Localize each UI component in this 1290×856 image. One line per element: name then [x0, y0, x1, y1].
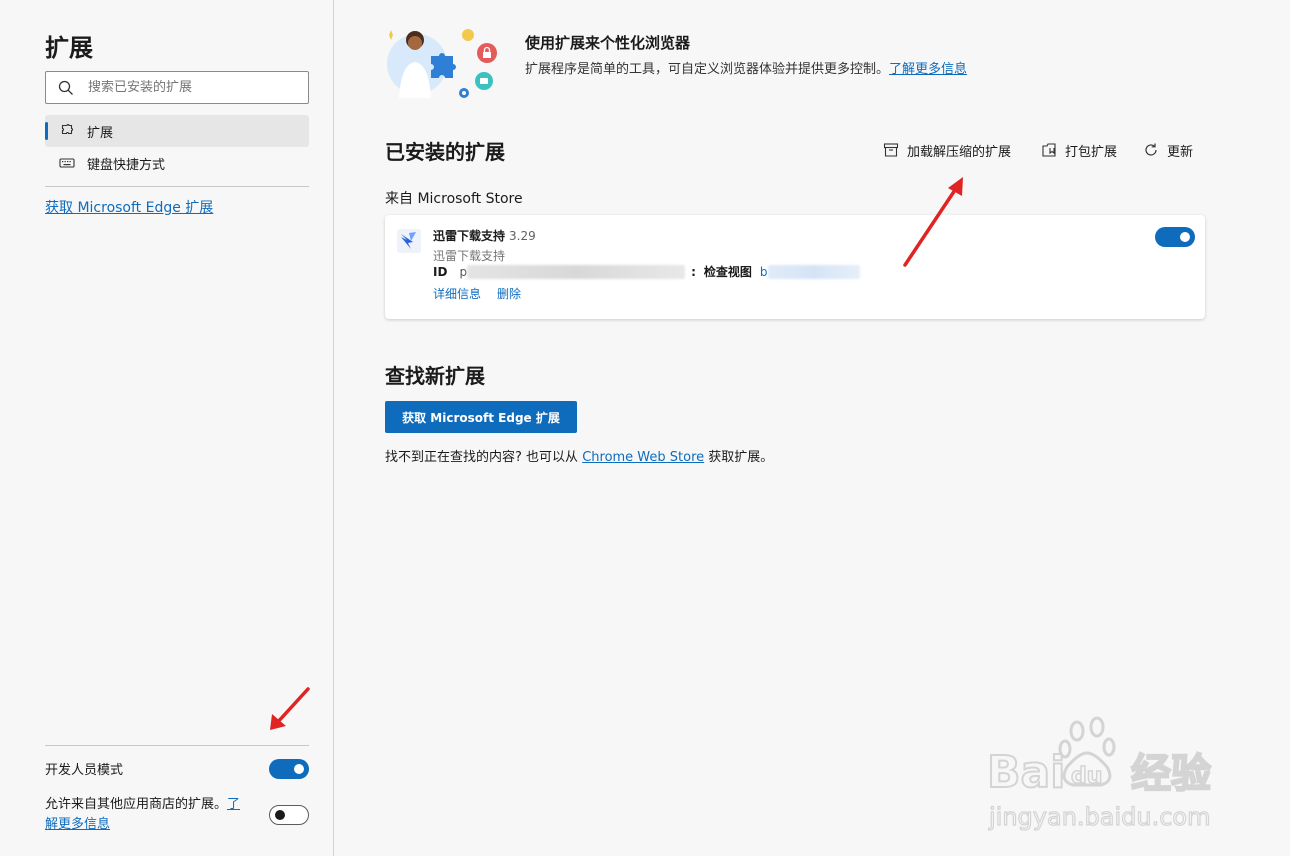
pack-icon — [1042, 143, 1056, 157]
other-stores-label: 允许来自其他应用商店的扩展。 — [45, 797, 228, 812]
chrome-note-prefix: 找不到正在查找的内容? 也可以从 — [385, 450, 579, 465]
pack-extension-button[interactable]: 打包扩展 — [1041, 140, 1117, 160]
other-stores-learn-more-link-cont[interactable]: 解更多信息 — [45, 817, 110, 832]
watermark-brand-du: du — [1071, 764, 1102, 789]
xunlei-icon — [397, 229, 421, 253]
annotation-arrow — [270, 687, 310, 730]
extension-id-row: ID p : 检查视图 b — [433, 263, 860, 280]
box-icon — [883, 143, 899, 157]
update-button[interactable]: 更新 — [1143, 140, 1193, 160]
watermark-brand-cn: 经验 — [1131, 751, 1211, 797]
hero-illustration — [387, 29, 497, 98]
extension-actions: 详细信息 删除 — [433, 285, 521, 302]
chrome-store-note: 找不到正在查找的内容? 也可以从 Chrome Web Store 获取扩展。 — [385, 446, 773, 465]
watermark-url: jingyan.baidu.com — [988, 803, 1210, 831]
sidebar-item-extensions[interactable]: 扩展 — [45, 115, 309, 147]
dev-mode-toggle[interactable] — [269, 759, 309, 779]
hero-title: 使用扩展来个性化浏览器 — [525, 34, 691, 52]
search-input[interactable] — [88, 80, 288, 95]
details-link[interactable]: 详细信息 — [433, 285, 481, 302]
extension-id-value: p — [459, 264, 468, 279]
other-stores-row: 允许来自其他应用商店的扩展。了解更多信息 — [45, 795, 260, 835]
inspect-views-label: 检查视图 — [703, 265, 752, 279]
extension-name: 迅雷下载支持 3.29 — [433, 227, 536, 244]
extension-id-label: ID — [433, 264, 448, 279]
redacted-id — [467, 264, 686, 279]
extension-card: 迅雷下载支持 3.29 迅雷下载支持 ID p : 检查视图 b 详细信息 删除 — [385, 215, 1205, 319]
chrome-note-suffix: 获取扩展。 — [708, 450, 774, 465]
sidebar-item-label: 键盘快捷方式 — [87, 157, 166, 173]
refresh-icon — [1145, 143, 1157, 156]
annotation-arrow — [903, 177, 963, 267]
inspect-views-value[interactable]: b — [760, 265, 768, 279]
watermark-brand-latin: Bai — [987, 747, 1065, 798]
extension-description: 迅雷下载支持 — [433, 249, 506, 263]
chrome-web-store-link[interactable]: Chrome Web Store — [582, 450, 704, 465]
load-unpacked-label: 加载解压缩的扩展 — [907, 144, 1012, 160]
keyboard-icon — [59, 155, 75, 171]
sidebar-title: 扩展 — [45, 34, 93, 62]
sidebar-item-label: 扩展 — [87, 125, 114, 141]
remove-link[interactable]: 删除 — [497, 285, 521, 302]
update-label: 更新 — [1167, 144, 1194, 160]
hero-description: 扩展程序是简单的工具，可自定义浏览器体验并提供更多控制。了解更多信息 — [525, 58, 967, 77]
hero-desc-text: 扩展程序是简单的工具，可自定义浏览器体验并提供更多控制。 — [525, 62, 890, 77]
search-icon — [58, 80, 73, 95]
extension-name-text: 迅雷下载支持 — [433, 229, 506, 243]
sidebar-item-keyboard-shortcuts[interactable]: 键盘快捷方式 — [45, 147, 309, 179]
extension-version: 3.29 — [509, 229, 536, 243]
hero-learn-more-link[interactable]: 了解更多信息 — [889, 62, 967, 77]
baidu-watermark: Bai du 经验 jingyan.baidu.com — [986, 716, 1212, 832]
find-new-extensions-title: 查找新扩展 — [385, 364, 485, 388]
extension-enable-toggle[interactable] — [1155, 227, 1195, 247]
sidebar-divider — [45, 186, 309, 187]
other-stores-toggle[interactable] — [269, 805, 309, 825]
dev-divider — [45, 745, 309, 746]
installed-extensions-title: 已安装的扩展 — [385, 140, 505, 164]
redacted-inspect-link — [767, 264, 860, 279]
pack-extension-label: 打包扩展 — [1065, 144, 1118, 160]
sidebar: 扩展 扩展 键盘快捷方式 获取 Microsoft Edge 扩展 开发人员模式… — [0, 0, 334, 856]
puzzle-icon — [59, 123, 75, 139]
dev-mode-label: 开发人员模式 — [45, 763, 124, 778]
active-indicator — [45, 122, 48, 140]
other-stores-learn-more-link[interactable]: 了 — [227, 797, 240, 812]
get-edge-extensions-link[interactable]: 获取 Microsoft Edge 扩展 — [45, 197, 213, 217]
get-edge-extensions-button[interactable]: 获取 Microsoft Edge 扩展 — [385, 401, 577, 433]
load-unpacked-button[interactable]: 加载解压缩的扩展 — [883, 140, 1011, 160]
search-box[interactable] — [45, 71, 309, 104]
source-label: 来自 Microsoft Store — [385, 191, 523, 207]
